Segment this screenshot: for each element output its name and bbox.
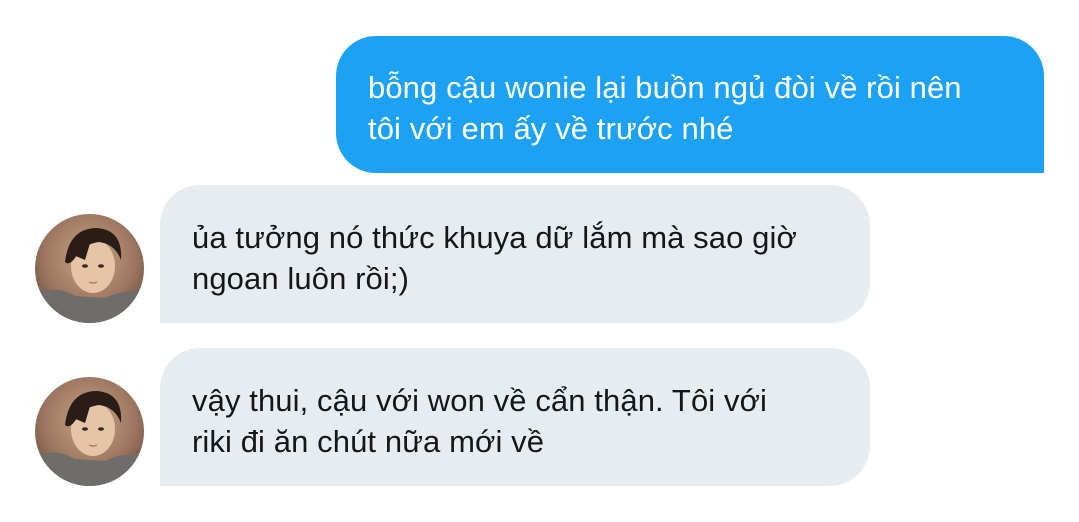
message-text-line: ngoan luôn rồi;) [192, 261, 410, 296]
message-text-line: riki đi ăn chút nữa mới về [192, 424, 545, 459]
message-text-line: vậy thui, cậu với won về cẩn thận. Tôi v… [192, 383, 768, 418]
profile-photo-icon [35, 377, 144, 486]
message-bubble-incoming[interactable]: ủa tưởng nó thức khuya dữ lắm mà sao giờ… [160, 185, 870, 323]
message-text-line: ủa tưởng nó thức khuya dữ lắm mà sao giờ [192, 220, 797, 255]
profile-photo-icon [35, 214, 144, 323]
chat-thread: bỗng cậu wonie lại buồn ngủ đòi về rồi n… [0, 0, 1079, 522]
avatar[interactable] [35, 214, 144, 323]
message-text-line: bỗng cậu wonie lại buồn ngủ đòi về rồi n… [368, 70, 962, 105]
message-bubble-incoming[interactable]: vậy thui, cậu với won về cẩn thận. Tôi v… [160, 348, 870, 486]
message-text-line: tôi với em ấy về trước nhé [368, 111, 734, 146]
avatar[interactable] [35, 377, 144, 486]
message-bubble-outgoing[interactable]: bỗng cậu wonie lại buồn ngủ đòi về rồi n… [336, 36, 1044, 173]
